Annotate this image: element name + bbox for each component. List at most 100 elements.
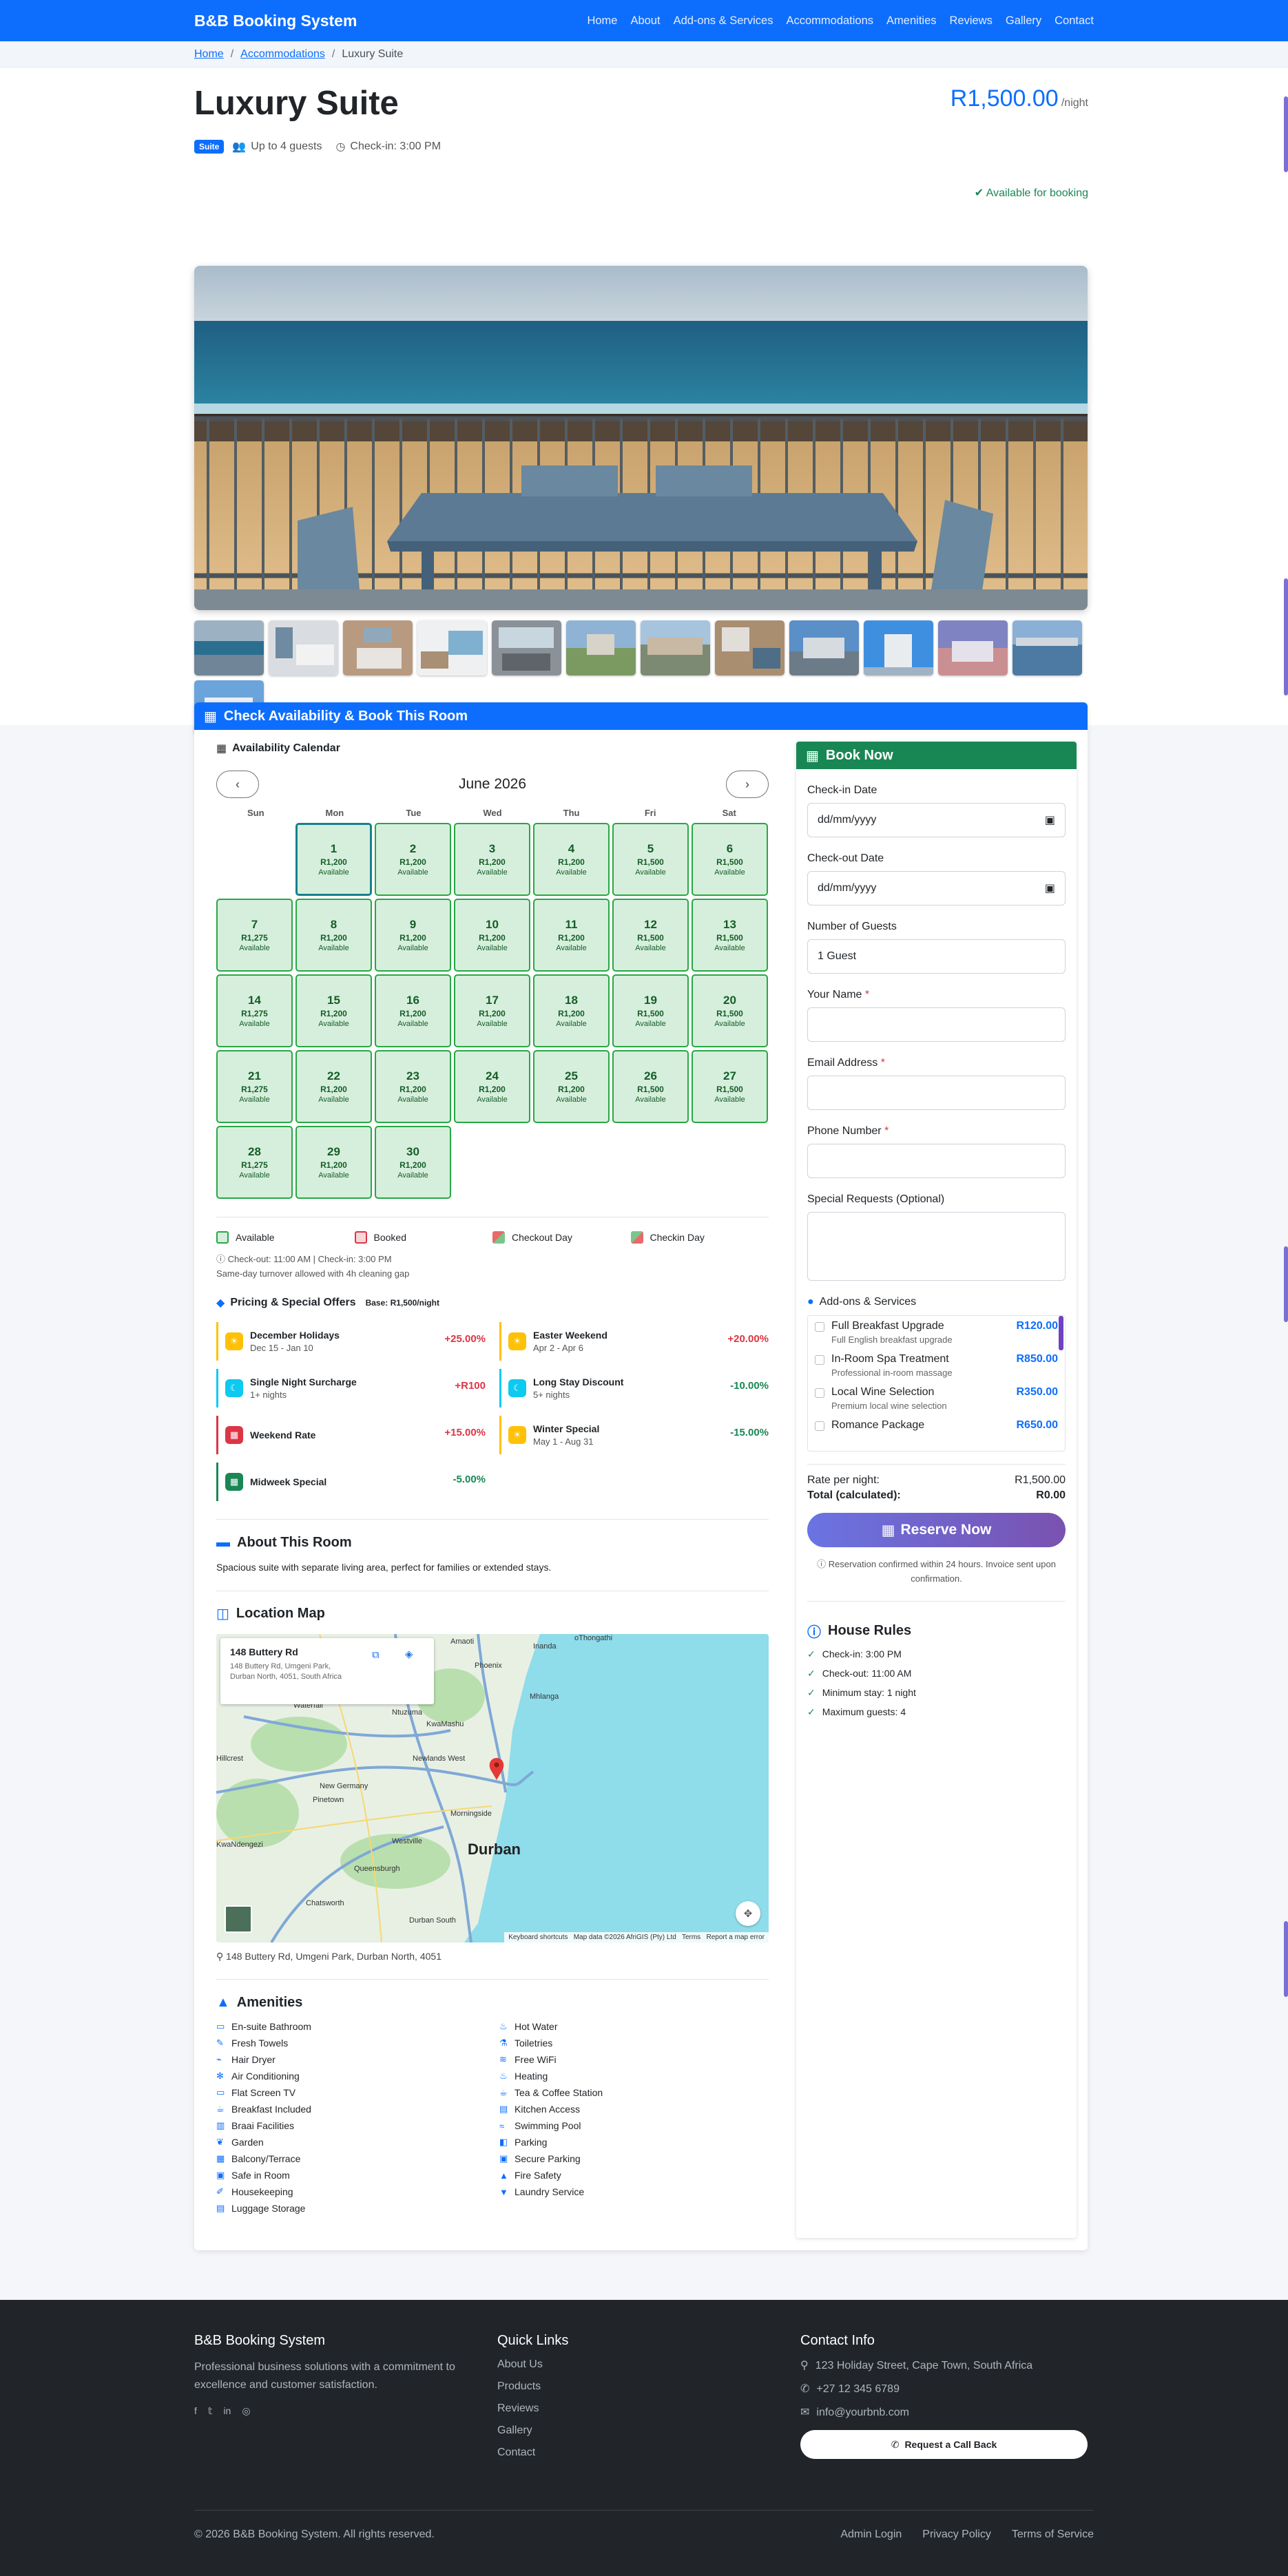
brand-logo[interactable]: B&B Booking System	[194, 12, 357, 30]
addon-item[interactable]: Local Wine Selection Premium local wine s…	[815, 1386, 1058, 1411]
calendar-day[interactable]: 17 R1,200 Available	[454, 974, 530, 1047]
checkin-date-input[interactable]: dd/mm/yyyy ▣	[807, 803, 1066, 837]
nav-gallery[interactable]: Gallery	[1006, 14, 1041, 28]
calendar-day[interactable]: 24 R1,200 Available	[454, 1050, 530, 1123]
prev-month-button[interactable]: ‹	[216, 771, 259, 798]
nav-amenities[interactable]: Amenities	[886, 14, 936, 28]
addon-checkbox[interactable]	[815, 1388, 824, 1398]
offer-text: Winter Special May 1 - Aug 31	[533, 1423, 599, 1447]
calendar-day[interactable]: 1 R1,200 Available	[295, 823, 372, 896]
addon-item[interactable]: In-Room Spa Treatment Professional in-roo…	[815, 1353, 1058, 1378]
map-thumbnail-toggle[interactable]	[225, 1905, 252, 1933]
calendar-day[interactable]: 15 R1,200 Available	[295, 974, 372, 1047]
email-input[interactable]	[807, 1076, 1066, 1110]
terms-link[interactable]: Terms of Service	[1012, 2528, 1094, 2541]
calendar-day[interactable]: 4 R1,200 Available	[533, 823, 610, 896]
thumbnail-photo[interactable]	[269, 620, 338, 676]
nav-accommodations[interactable]: Accommodations	[786, 14, 873, 28]
guests-select[interactable]: 1 Guest	[807, 939, 1066, 974]
calendar-day-price: R1,500	[716, 1085, 743, 1094]
open-in-maps-icon[interactable]: ⧉	[372, 1649, 380, 1661]
breadcrumb-accommodations[interactable]: Accommodations	[240, 48, 325, 61]
thumbnail-photo[interactable]	[343, 620, 413, 676]
thumbnail-photo[interactable]	[864, 620, 933, 676]
request-callback-button[interactable]: ✆ Request a Call Back	[800, 2430, 1088, 2459]
name-input[interactable]	[807, 1007, 1066, 1042]
thumbnail-photo[interactable]	[492, 620, 561, 676]
calendar-day[interactable]: 23 R1,200 Available	[375, 1050, 451, 1123]
twitter-icon[interactable]: 𝕥	[208, 2405, 213, 2417]
calendar-day[interactable]: 30 R1,200 Available	[375, 1126, 451, 1199]
footer-link-contact[interactable]: Contact	[497, 2447, 568, 2459]
footer-link-gallery[interactable]: Gallery	[497, 2425, 568, 2437]
footer-link-reviews[interactable]: Reviews	[497, 2402, 568, 2415]
footer-link-about[interactable]: About Us	[497, 2358, 568, 2371]
calendar-day[interactable]: 3 R1,200 Available	[454, 823, 530, 896]
calendar-day[interactable]: 26 R1,500 Available	[612, 1050, 689, 1123]
calendar-day[interactable]: 10 R1,200 Available	[454, 899, 530, 972]
calendar-day[interactable]: 29 R1,200 Available	[295, 1126, 372, 1199]
dryer-icon: ⌁	[216, 2054, 222, 2064]
phone-input[interactable]	[807, 1144, 1066, 1178]
calendar-day[interactable]: 18 R1,200 Available	[533, 974, 610, 1047]
nav-contact[interactable]: Contact	[1055, 14, 1094, 28]
thumbnail-photo[interactable]	[1012, 620, 1082, 676]
thumbnail-photo[interactable]	[194, 620, 264, 676]
main-room-photo[interactable]	[194, 266, 1088, 610]
calendar-day[interactable]: 12 R1,500 Available	[612, 899, 689, 972]
nav-addons[interactable]: Add-ons & Services	[674, 14, 773, 28]
calendar-day[interactable]: 22 R1,200 Available	[295, 1050, 372, 1123]
fullscreen-icon[interactable]: ✥	[736, 1901, 760, 1926]
location-map[interactable]: Amaoti Phoenix Inanda oThongathi Mhlanga Wate…	[216, 1634, 769, 1943]
thumbnail-photo[interactable]	[641, 620, 710, 676]
calendar-day[interactable]: 16 R1,200 Available	[375, 974, 451, 1047]
linkedin-icon[interactable]: in	[223, 2405, 231, 2417]
breadcrumb-home[interactable]: Home	[194, 48, 224, 61]
addon-checkbox[interactable]	[815, 1322, 824, 1332]
calendar-day[interactable]: 6 R1,500 Available	[692, 823, 768, 896]
nav-reviews[interactable]: Reviews	[950, 14, 993, 28]
thumbnail-photo[interactable]	[789, 620, 859, 676]
addon-item[interactable]: Romance Package R650.00	[815, 1419, 1058, 1432]
calendar-day[interactable]: 8 R1,200 Available	[295, 899, 372, 972]
calendar-day[interactable]: 20 R1,500 Available	[692, 974, 768, 1047]
thumbnail-photo[interactable]	[715, 620, 785, 676]
admin-login-link[interactable]: Admin Login	[840, 2528, 902, 2541]
room-price: R1,500.00 /night	[951, 85, 1088, 112]
reserve-now-button[interactable]: ▦ Reserve Now	[807, 1513, 1066, 1547]
instagram-icon[interactable]: ◎	[242, 2405, 250, 2417]
calendar-day[interactable]: 5 R1,500 Available	[612, 823, 689, 896]
facebook-icon[interactable]: f	[194, 2405, 197, 2417]
special-requests-textarea[interactable]	[807, 1212, 1066, 1281]
calendar-day[interactable]: 28 R1,275 Available	[216, 1126, 293, 1199]
addons-list[interactable]: Full Breakfast Upgrade Full English break…	[807, 1315, 1066, 1452]
addon-item[interactable]: Full Breakfast Upgrade Full English break…	[815, 1320, 1058, 1345]
calendar-day[interactable]: 11 R1,200 Available	[533, 899, 610, 972]
directions-icon[interactable]: ◈	[405, 1648, 413, 1660]
calendar-day[interactable]: 19 R1,500 Available	[612, 974, 689, 1047]
nav-about[interactable]: About	[630, 14, 660, 28]
calendar-icon[interactable]: ▣	[1045, 881, 1055, 895]
calendar-day[interactable]: 21 R1,275 Available	[216, 1050, 293, 1123]
thumbnail-photo[interactable]	[417, 620, 487, 676]
page-scrollbar[interactable]	[1281, 0, 1288, 2576]
thumbnail-photo[interactable]	[566, 620, 636, 676]
thumbnail-photo[interactable]	[938, 620, 1008, 676]
calendar-day[interactable]: 13 R1,500 Available	[692, 899, 768, 972]
calendar-day[interactable]: 27 R1,500 Available	[692, 1050, 768, 1123]
calendar-day[interactable]: 14 R1,275 Available	[216, 974, 293, 1047]
nav-home[interactable]: Home	[587, 14, 617, 28]
privacy-policy-link[interactable]: Privacy Policy	[922, 2528, 991, 2541]
checkout-date-input[interactable]: dd/mm/yyyy ▣	[807, 871, 1066, 905]
next-month-button[interactable]: ›	[726, 771, 769, 798]
checkout-label: Check-out Date	[807, 852, 884, 864]
addon-checkbox[interactable]	[815, 1421, 824, 1431]
calendar-day[interactable]: 25 R1,200 Available	[533, 1050, 610, 1123]
calendar-day[interactable]: 9 R1,200 Available	[375, 899, 451, 972]
addon-checkbox[interactable]	[815, 1355, 824, 1365]
footer-link-products[interactable]: Products	[497, 2380, 568, 2393]
calendar-day[interactable]: 7 R1,275 Available	[216, 899, 293, 972]
calendar-icon[interactable]: ▣	[1045, 813, 1055, 827]
calendar-day[interactable]: 2 R1,200 Available	[375, 823, 451, 896]
addons-scrollbar[interactable]	[1059, 1316, 1063, 1350]
